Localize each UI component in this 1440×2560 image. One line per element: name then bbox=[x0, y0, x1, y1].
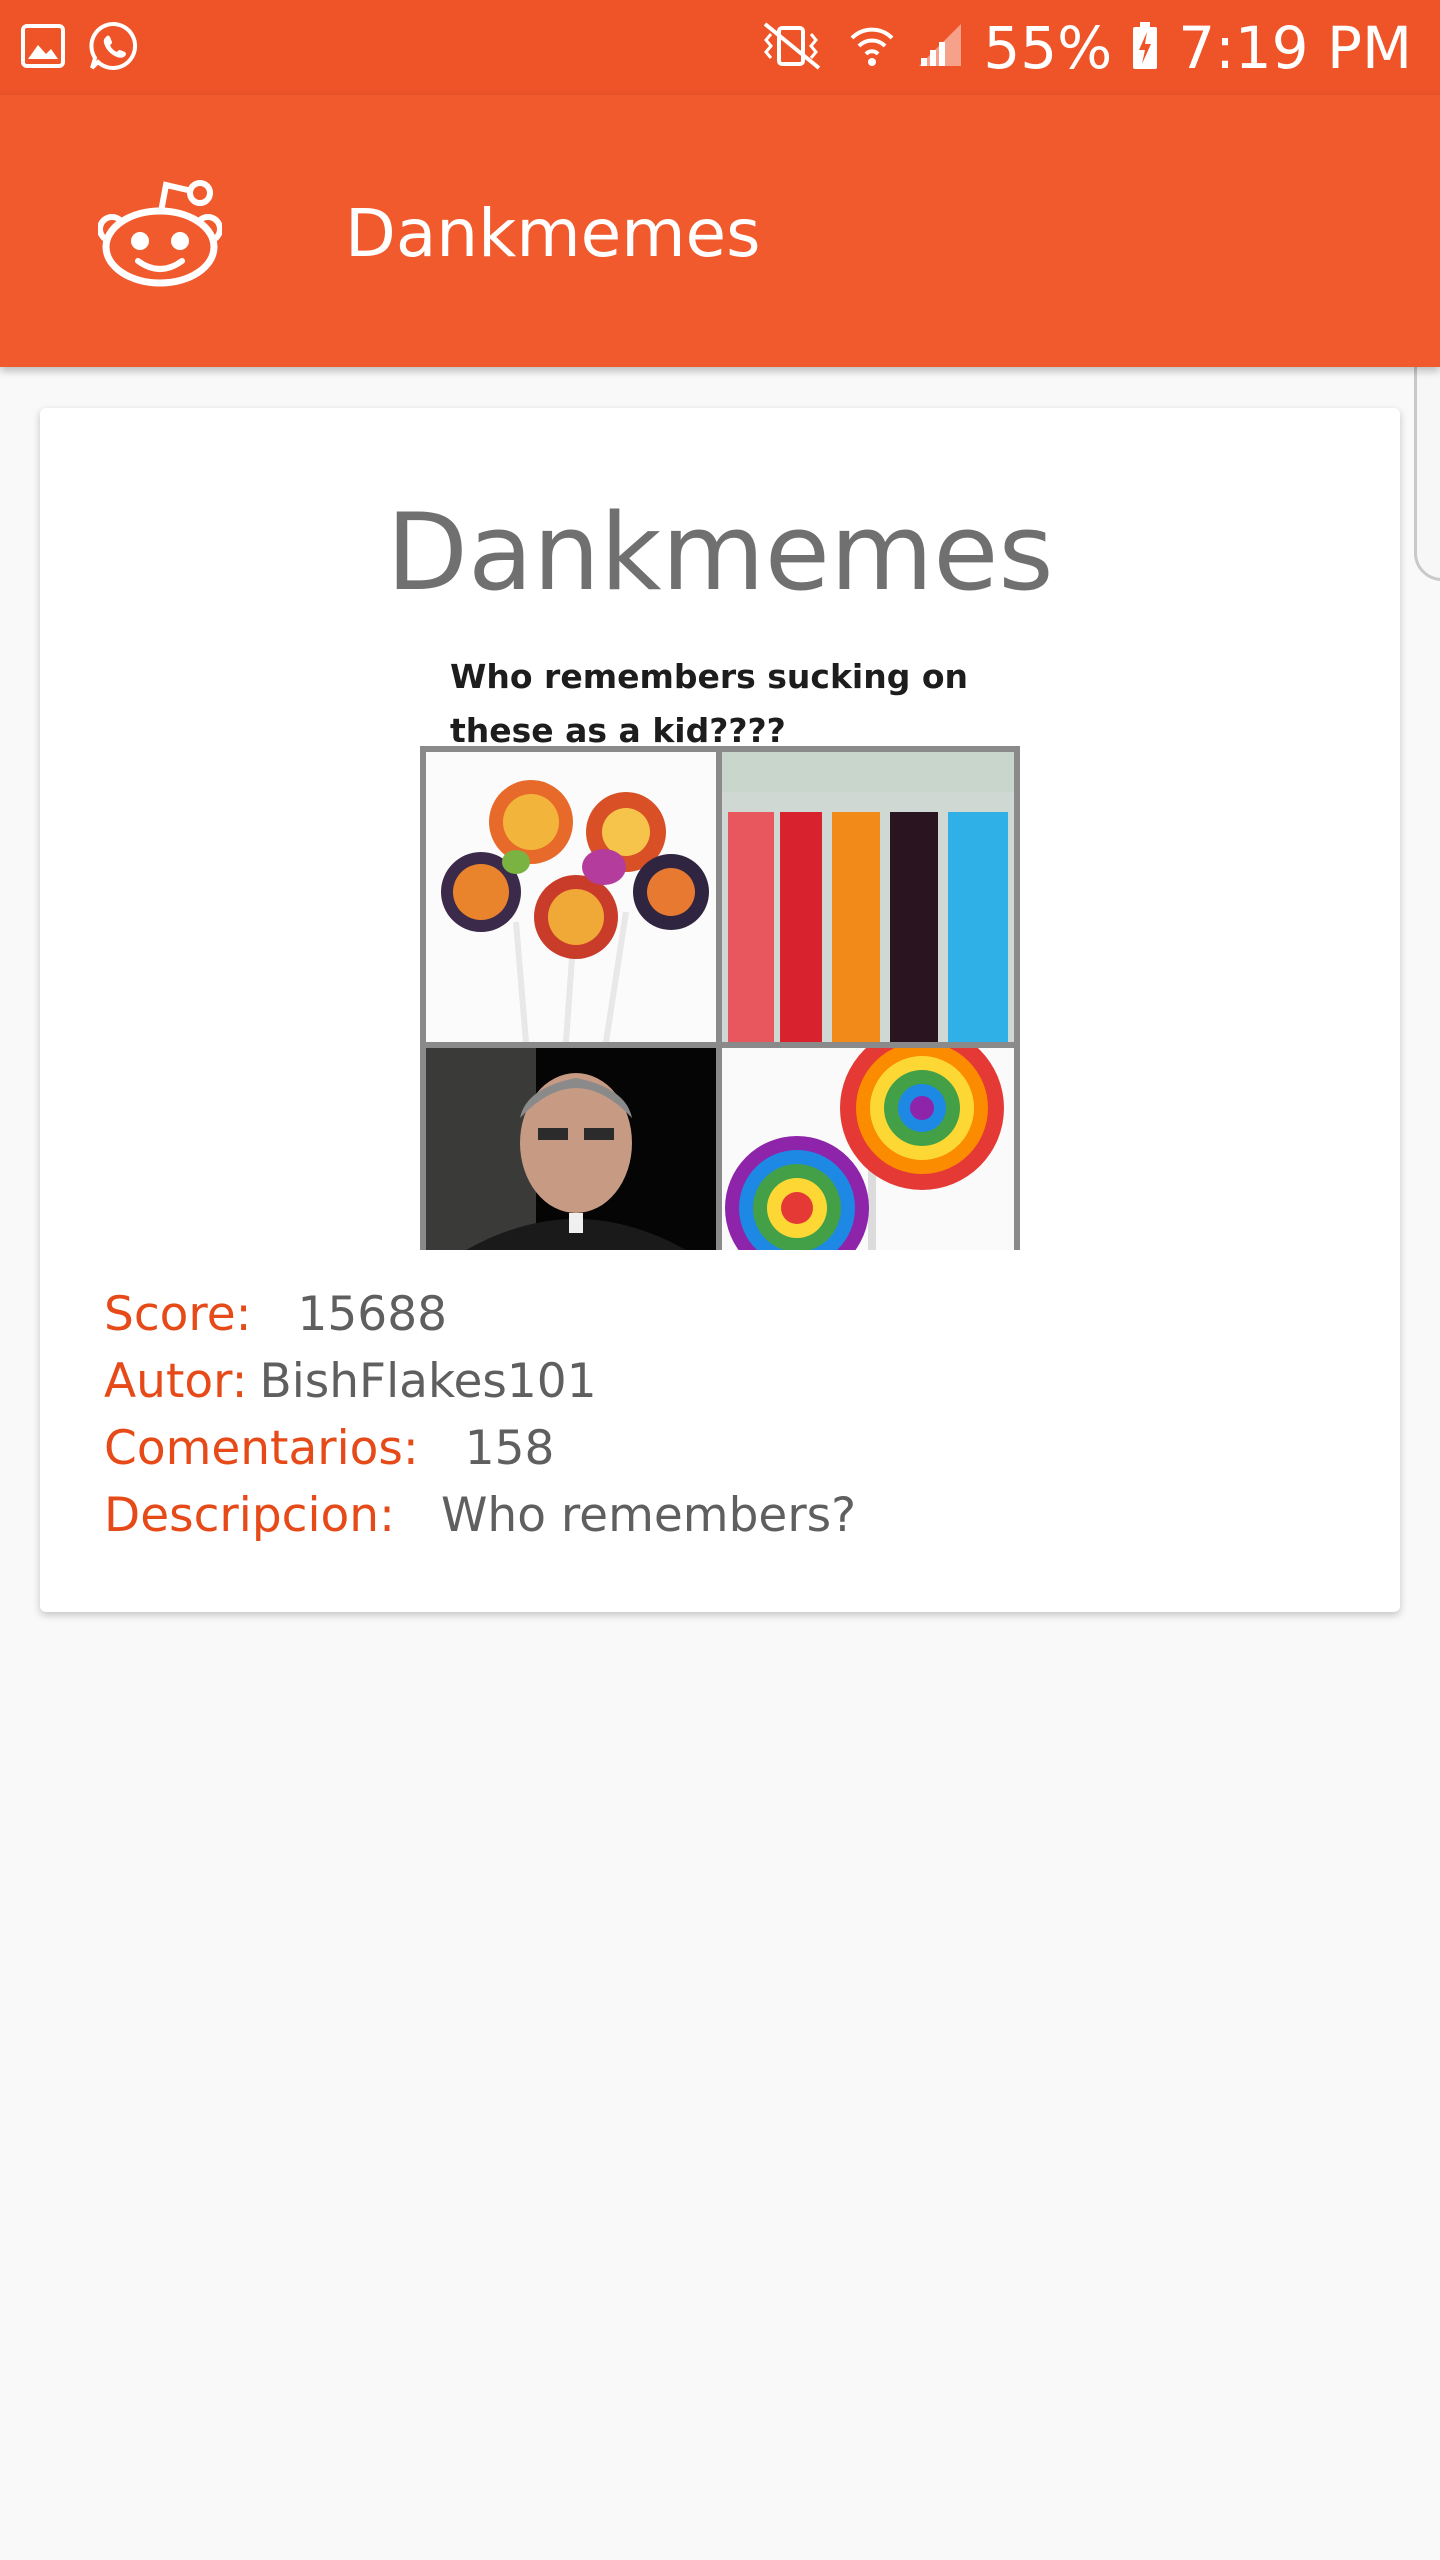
post-image-grid bbox=[420, 746, 1020, 1250]
signal-icon bbox=[915, 20, 965, 76]
wifi-icon bbox=[847, 20, 897, 76]
swirl-lollipops-image bbox=[722, 1048, 1014, 1250]
description-value: Who remembers? bbox=[440, 1488, 857, 1543]
lollipops-image bbox=[426, 752, 716, 1042]
score-label: Score: bbox=[104, 1287, 252, 1342]
battery-percent: 55% bbox=[983, 13, 1113, 82]
post-title: Dankmemes bbox=[386, 491, 1054, 614]
comments-row: Comentarios: 158 bbox=[104, 1416, 554, 1482]
comments-value[interactable]: 158 bbox=[465, 1421, 555, 1476]
app-bar: Dankmemes bbox=[0, 95, 1440, 367]
status-left-icons bbox=[20, 20, 140, 76]
candy-tubes-image bbox=[722, 752, 1014, 1042]
image-icon bbox=[20, 23, 66, 73]
clock: 7:19 PM bbox=[1178, 13, 1412, 82]
author-label: Autor: bbox=[104, 1354, 248, 1409]
score-row: Score: 15688 bbox=[104, 1282, 447, 1348]
description-row: Descripcion: Who remembers? bbox=[104, 1483, 856, 1549]
status-right-group: 55% 7:19 PM bbox=[753, 0, 1412, 95]
app-title: Dankmemes bbox=[345, 195, 761, 272]
description-label: Descripcion: bbox=[104, 1488, 395, 1543]
battery-charging-icon bbox=[1130, 20, 1160, 76]
author-value[interactable]: BishFlakes101 bbox=[259, 1354, 596, 1409]
reddit-alien-icon[interactable] bbox=[97, 177, 223, 287]
status-bar: 55% 7:19 PM bbox=[0, 0, 1440, 95]
portrait-image bbox=[426, 1048, 716, 1250]
post-card[interactable]: Dankmemes Who remembers sucking on these… bbox=[40, 408, 1400, 1612]
post-image-caption: Who remembers sucking on these as a kid?… bbox=[450, 657, 968, 750]
comments-label: Comentarios: bbox=[104, 1421, 419, 1476]
author-row: Autor: BishFlakes101 bbox=[104, 1349, 597, 1415]
whatsapp-icon bbox=[88, 20, 140, 76]
post-image[interactable]: Who remembers sucking on these as a kid?… bbox=[420, 650, 1020, 1250]
score-value: 15688 bbox=[297, 1287, 447, 1342]
vibrate-mute-icon bbox=[753, 20, 829, 76]
